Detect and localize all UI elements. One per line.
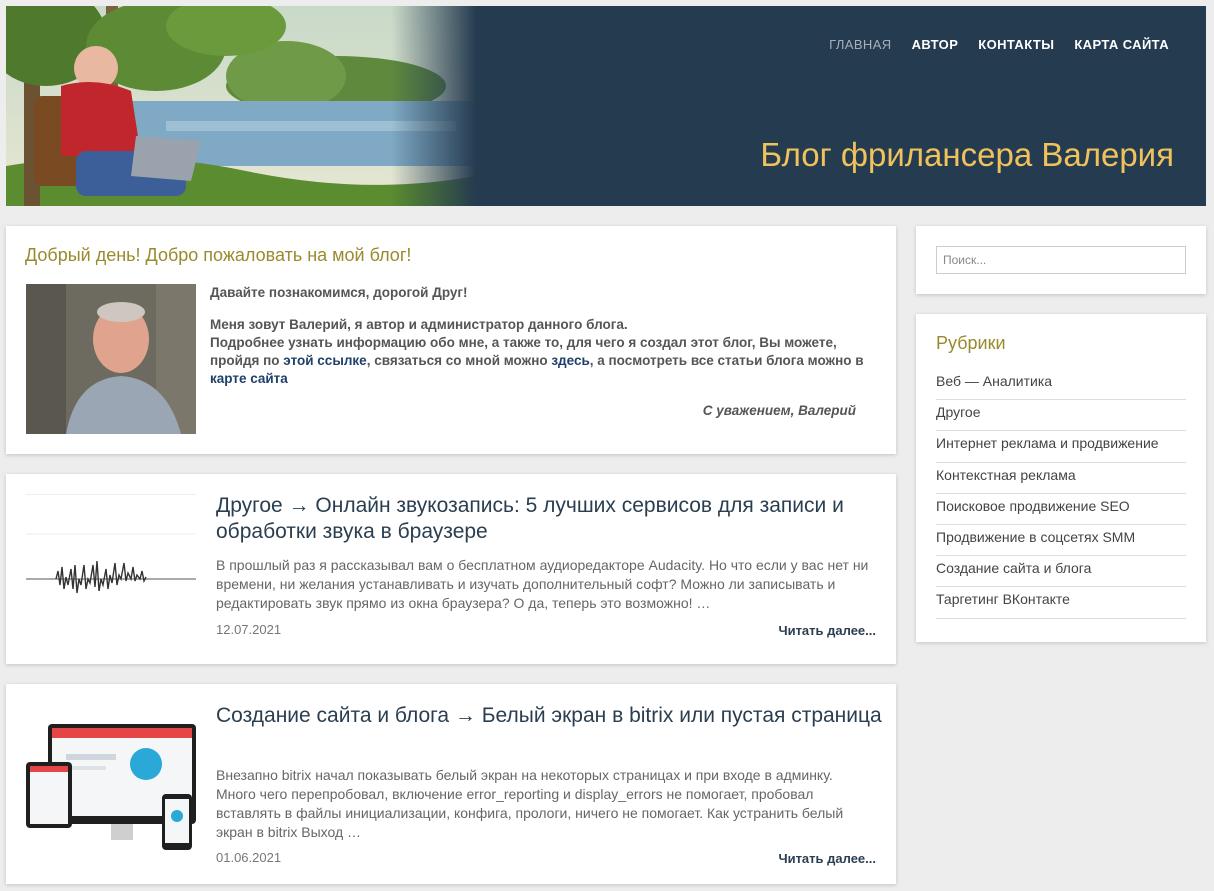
post-thumbnail[interactable] [26,704,196,854]
welcome-signature: С уважением, Валерий [702,403,856,418]
post-excerpt: В прошлый раз я рассказывал вам о беспла… [216,557,869,611]
rubric-item: Другое [936,400,1186,432]
read-more-link[interactable]: Читать далее... [778,623,876,638]
search-widget [916,226,1206,294]
sitemap-link[interactable]: карте сайта [210,371,288,386]
rubric-link[interactable]: Интернет реклама и продвижение [936,435,1159,451]
nav-home[interactable]: ГЛАВНАЯ [829,37,891,52]
rubric-item: Продвижение в соцсетях SMM [936,525,1186,557]
rubric-item: Интернет реклама и продвижение [936,431,1186,463]
welcome-greeting: Давайте познакомимся, дорогой Друг! [210,285,468,300]
nav-author[interactable]: АВТОР [912,37,959,52]
post-title[interactable]: Другое → Онлайн звукозапись: 5 лучших се… [216,493,886,545]
rubric-item: Создание сайта и блога [936,556,1186,588]
rubric-link[interactable]: Продвижение в соцсетях SMM [936,529,1135,545]
rubric-link[interactable]: Создание сайта и блога [936,560,1091,576]
post-card: Другое → Онлайн звукозапись: 5 лучших се… [6,474,896,664]
post-thumbnail[interactable] [26,494,196,644]
nav-contacts[interactable]: КОНТАКТЫ [978,37,1054,52]
welcome-text-3: , а посмотреть все статьи блога можно в [589,353,864,368]
rubric-item: Веб — Аналитика [936,369,1186,401]
post-date: 01.06.2021 [216,850,282,865]
post-title[interactable]: Создание сайта и блога → Белый экран в b… [216,703,886,729]
post-date: 12.07.2021 [216,622,282,637]
author-photo [26,284,196,434]
site-title[interactable]: Блог фрилансера Валерия [760,136,1174,174]
author-link[interactable]: этой ссылке [283,353,366,368]
rubric-link[interactable]: Таргетинг ВКонтакте [936,591,1070,607]
nav-sitemap[interactable]: КАРТА САЙТА [1074,37,1169,52]
rubric-link[interactable]: Другое [936,404,980,420]
header-illustration [6,6,476,206]
welcome-intro: Меня зовут Валерий, я автор и администра… [210,317,628,332]
search-input[interactable] [936,246,1186,274]
main-nav: ГЛАВНАЯ АВТОР КОНТАКТЫ КАРТА САЙТА [829,37,1169,52]
rubric-link[interactable]: Контекстная реклама [936,467,1076,483]
rubrics-widget: Рубрики Веб — Аналитика Другое Интернет … [916,314,1206,642]
rubric-link[interactable]: Поисковое продвижение SEO [936,498,1130,514]
welcome-title: Добрый день! Добро пожаловать на мой бло… [25,245,412,265]
post-card: Создание сайта и блога → Белый экран в b… [6,684,896,884]
rubric-item: Таргетинг ВКонтакте [936,587,1186,619]
welcome-card: Добрый день! Добро пожаловать на мой бло… [6,226,896,454]
rubric-item: Контекстная реклама [936,463,1186,494]
rubric-item: Поисковое продвижение SEO [936,494,1186,525]
rubrics-title: Рубрики [936,333,1006,353]
welcome-text-2: , связаться со мной можно [366,353,552,368]
post-excerpt: Внезапно bitrix начал показывать белый э… [216,767,844,840]
rubric-link[interactable]: Веб — Аналитика [936,373,1052,389]
rubric-list: Веб — Аналитика Другое Интернет реклама … [936,369,1186,619]
welcome-text: Давайте познакомимся, дорогой Друг! Меня… [210,284,870,388]
read-more-link[interactable]: Читать далее... [778,851,876,866]
contact-link[interactable]: здесь [551,353,589,368]
site-header: ГЛАВНАЯ АВТОР КОНТАКТЫ КАРТА САЙТА Блог … [6,6,1206,206]
